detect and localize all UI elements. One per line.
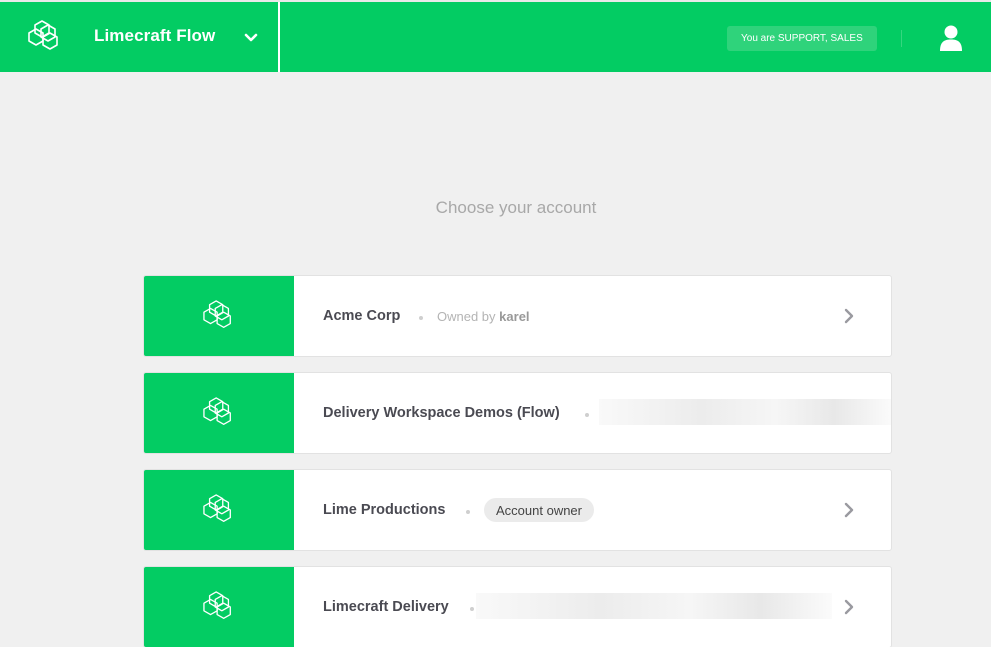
account-name: Acme Corp bbox=[323, 308, 401, 324]
account-thumbnail bbox=[144, 373, 294, 453]
header-divider bbox=[278, 2, 280, 72]
account-thumbnail bbox=[144, 276, 294, 356]
account-owner-badge: Account owner bbox=[484, 498, 594, 522]
owned-by-label: Owned by bbox=[437, 309, 496, 324]
account-card-delivery-workspace-demos[interactable]: Delivery Workspace Demos (Flow) bbox=[143, 372, 892, 454]
limecraft-logo-icon[interactable] bbox=[26, 20, 64, 54]
account-name: Lime Productions bbox=[323, 502, 446, 518]
role-badge[interactable]: You are SUPPORT, SALES bbox=[727, 26, 877, 51]
header-separator bbox=[901, 30, 902, 47]
chevron-right-icon bbox=[844, 502, 854, 518]
separator-dot bbox=[585, 413, 589, 417]
top-bar: Limecraft Flow You are SUPPORT, SALES bbox=[0, 0, 991, 72]
account-card-limecraft-delivery[interactable]: Limecraft Delivery bbox=[143, 566, 892, 647]
page-title: Choose your account bbox=[435, 198, 597, 217]
redacted-owner bbox=[476, 593, 832, 619]
limecraft-logo-icon bbox=[203, 300, 231, 328]
chevron-right-icon bbox=[844, 599, 854, 615]
account-card-acme-corp[interactable]: Acme Corp Owned by karel bbox=[143, 275, 892, 357]
limecraft-logo-icon bbox=[203, 494, 231, 522]
separator-dot bbox=[470, 607, 474, 611]
separator-dot bbox=[419, 316, 423, 320]
chevron-down-icon[interactable] bbox=[243, 31, 259, 45]
account-card-lime-productions[interactable]: Lime Productions Account owner bbox=[143, 469, 892, 551]
separator-dot bbox=[466, 510, 470, 514]
account-thumbnail bbox=[144, 567, 294, 647]
account-owner: Owned by karel bbox=[437, 309, 530, 324]
limecraft-logo-icon bbox=[203, 591, 231, 619]
limecraft-logo-icon bbox=[203, 397, 231, 425]
account-name: Delivery Workspace Demos (Flow) bbox=[323, 405, 560, 421]
account-thumbnail bbox=[144, 470, 294, 550]
chevron-right-icon bbox=[844, 308, 854, 324]
redacted-owner bbox=[599, 399, 891, 425]
owner-name: karel bbox=[499, 309, 530, 324]
workspace-name[interactable]: Limecraft Flow bbox=[94, 26, 215, 46]
workspace-switcher[interactable]: Limecraft Flow bbox=[0, 2, 279, 72]
user-icon[interactable] bbox=[939, 24, 963, 52]
account-name: Limecraft Delivery bbox=[323, 599, 449, 615]
